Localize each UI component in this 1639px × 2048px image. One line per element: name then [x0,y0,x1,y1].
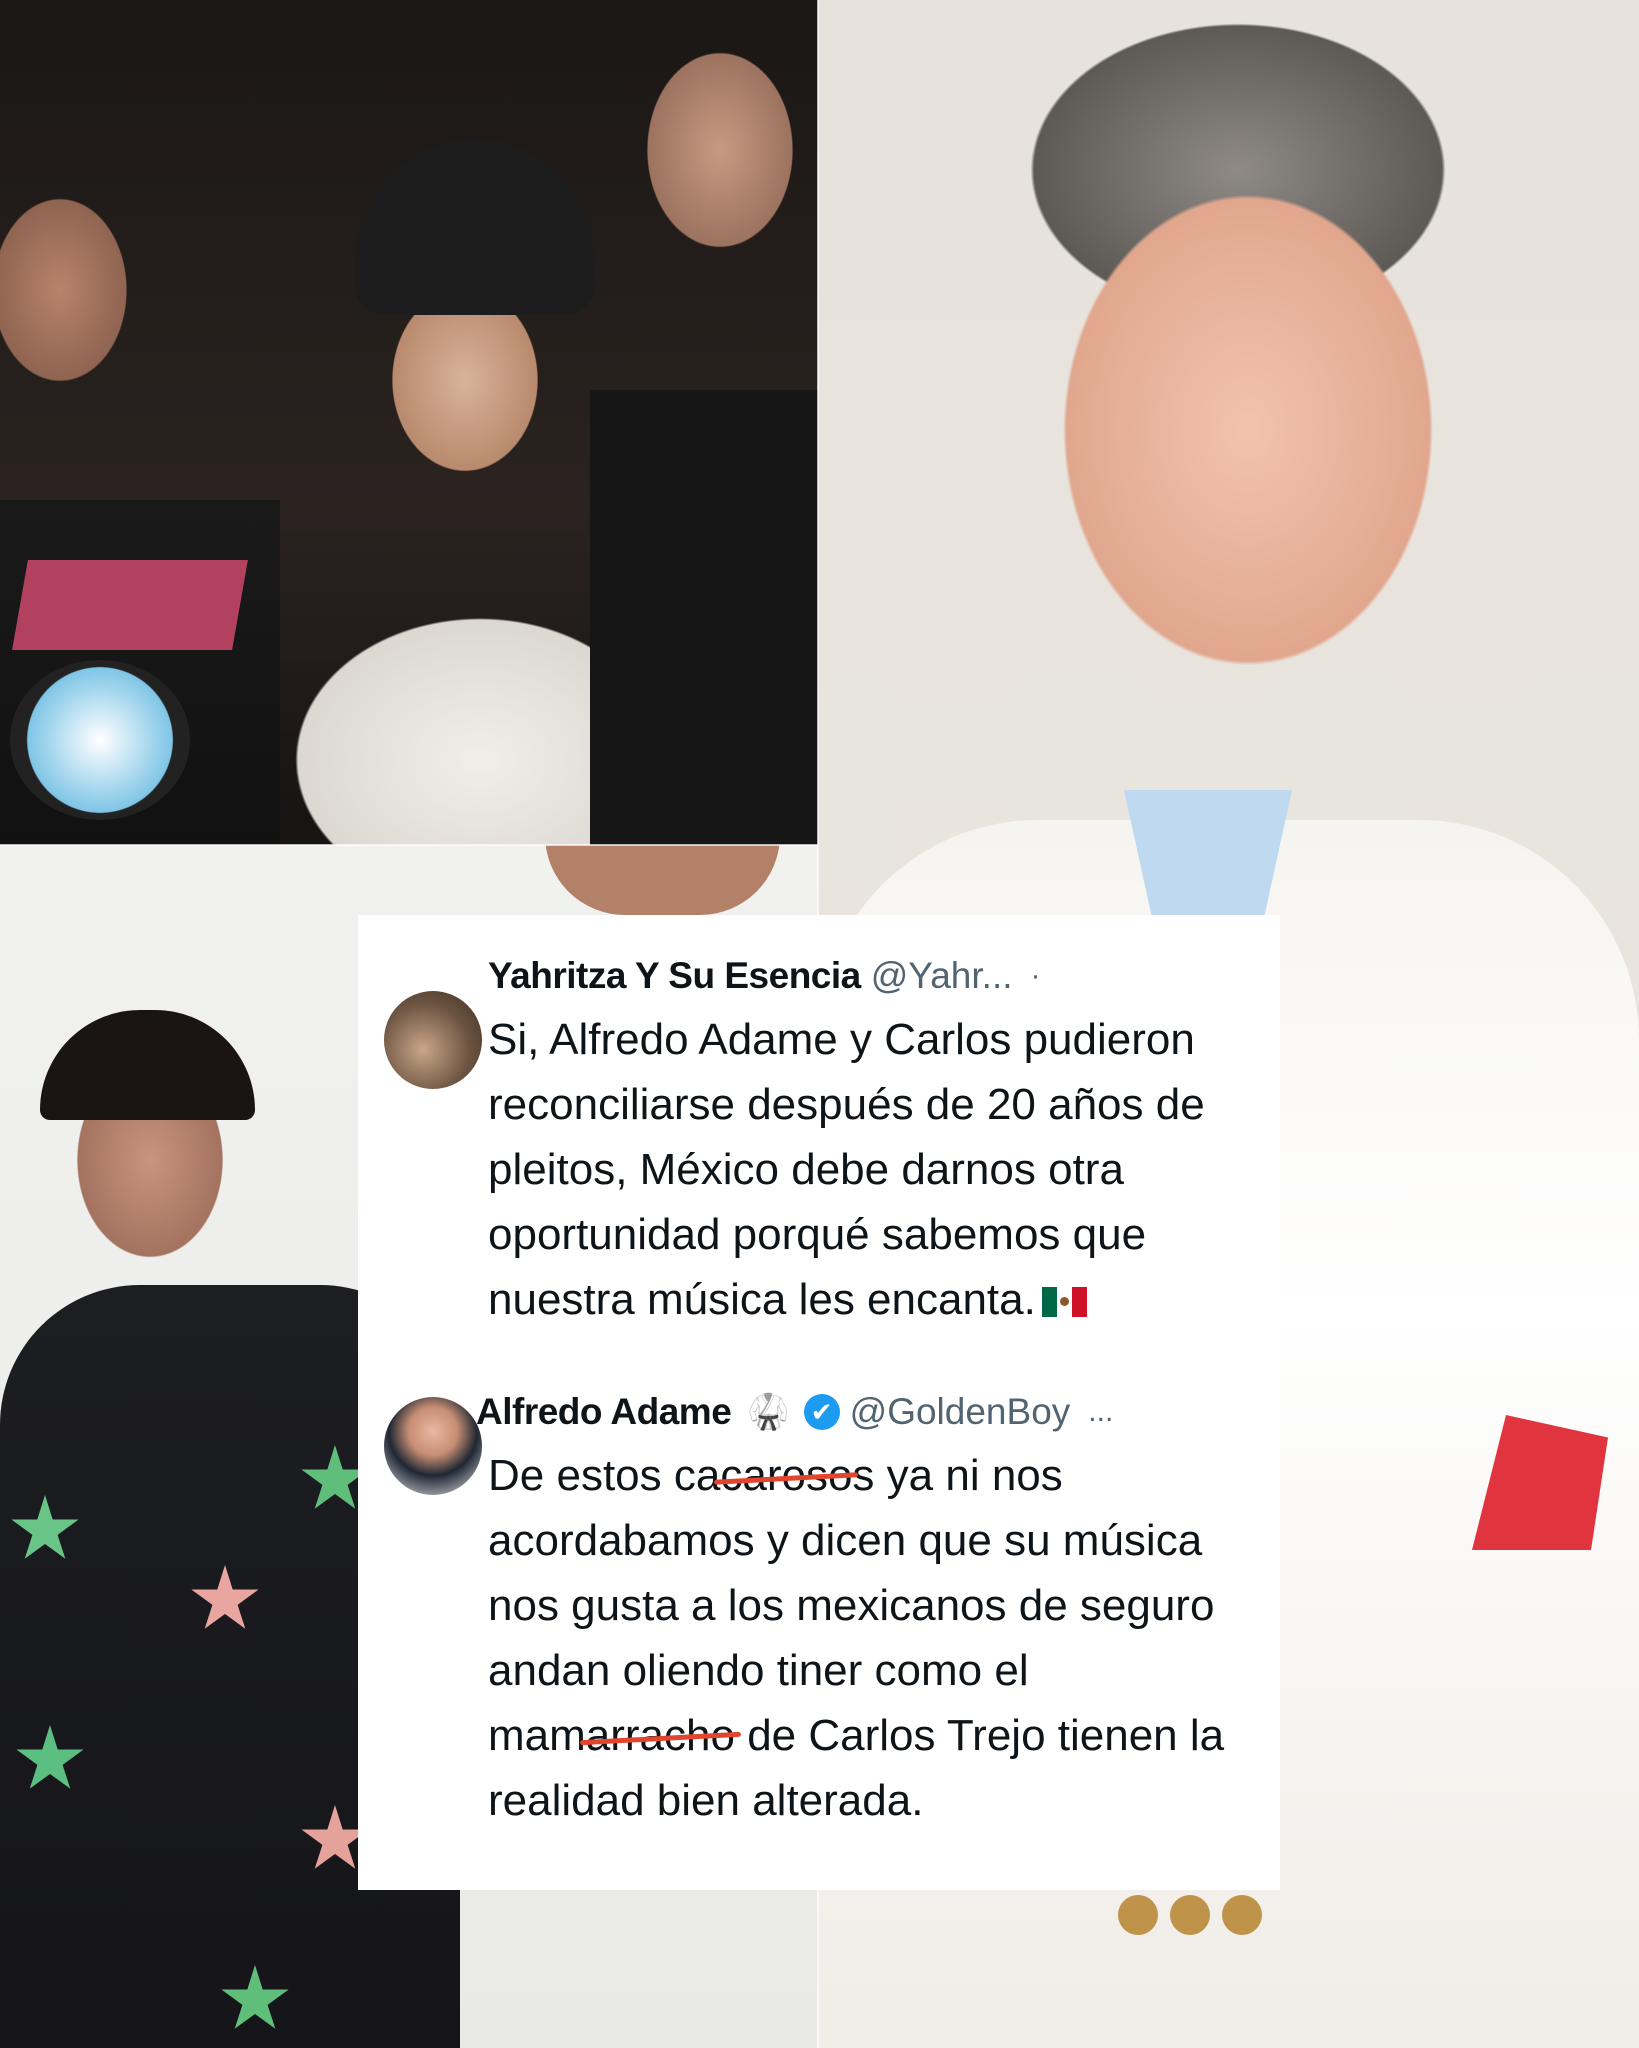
mexico-flag-icon [1041,1287,1087,1318]
tweet-line: pleitos, México debe darnos otra [488,1145,1124,1194]
tweet-line: mamarracho de Carlos Trejo tienen la [488,1703,1244,1768]
group-photo [0,0,818,845]
tweet-header: Yahritza Y Su Esencia @Yahr... · [488,951,1244,1001]
tweet-line: andan oliendo tiner como el [488,1646,1029,1695]
avatar[interactable] [384,991,482,1089]
black-tshirt [590,390,818,845]
tweet-line: reconciliarse después de 20 años de [488,1080,1205,1129]
tweet-screenshot-card: Yahritza Y Su Esencia @Yahr... · Si, Alf… [358,915,1280,1890]
user-handle[interactable]: @GoldenBoy [850,1391,1071,1433]
user-handle[interactable]: @Yahr... [871,955,1013,997]
tweet-text-segment: s ya ni nos [852,1451,1063,1500]
background-person [545,845,780,915]
tweet-line: Si, Alfredo Adame y Carlos pudieron [488,1015,1195,1064]
tweet-line-text: nuestra música les encanta. [488,1275,1036,1324]
more-icon[interactable]: · [1031,959,1041,993]
tweet-text-segment: de Carlos Trejo tienen la [734,1711,1225,1760]
tshirt-graphic [10,660,190,820]
tweet-line: oportunidad porqué sabemos que [488,1210,1147,1259]
suit-buttons [1118,1895,1278,1935]
avatar[interactable] [384,1397,482,1495]
tweet-alfredo-adame[interactable]: Alfredo Adame 🥋 ✔ @GoldenBoy ... De esto… [368,1387,1244,1833]
tweet-line: nuestra música les encanta. [488,1267,1244,1332]
more-icon[interactable]: ... [1088,1395,1113,1429]
tshirt-print [12,560,248,650]
tweet-text-segment: De estos ca [488,1451,721,1500]
collage-divider [0,844,818,846]
display-name[interactable]: Yahritza Y Su Esencia [488,955,861,997]
tweet-text-segment: mam [488,1711,586,1760]
tweet-line: nos gusta a los mexicanos de seguro [488,1581,1215,1630]
tweet-yahritza[interactable]: Yahritza Y Su Esencia @Yahr... · Si, Alf… [368,951,1244,1332]
baseball-cap [355,140,595,315]
hair [40,1010,255,1120]
tweet-line: acordabamos y dicen que su música [488,1516,1203,1565]
tweet-text: De estos cacarosos ya ni nos acordabamos… [488,1443,1244,1833]
tweet-line: De estos cacarosos ya ni nos [488,1443,1244,1508]
tweet-text: Si, Alfredo Adame y Carlos pudieron reco… [488,1007,1244,1332]
martial-arts-uniform-icon: 🥋 [747,1393,790,1431]
verified-badge-icon: ✔ [803,1394,840,1430]
display-name[interactable]: Alfredo Adame [476,1391,732,1433]
tweet-header: Alfredo Adame 🥋 ✔ @GoldenBoy ... [476,1387,1244,1437]
censored-word: arracho [585,1711,735,1760]
censored-word: caroso [720,1451,853,1500]
tweet-line: realidad bien alterada. [488,1776,924,1825]
